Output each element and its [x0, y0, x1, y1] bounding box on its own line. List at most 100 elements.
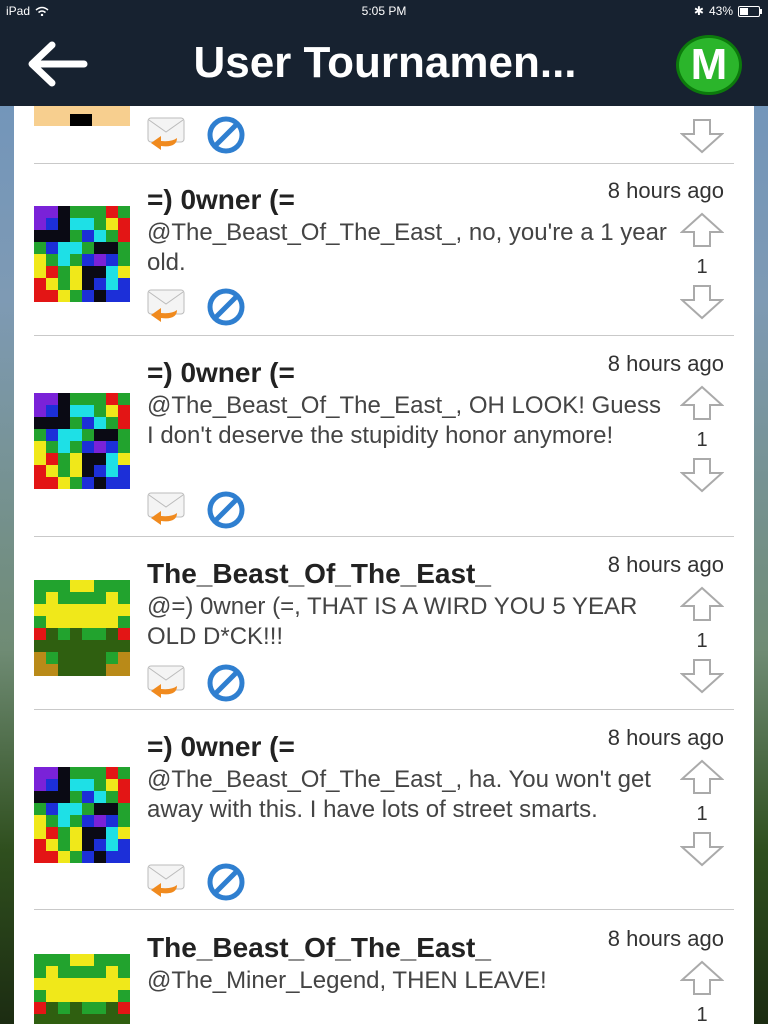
- avatar-pixel: [94, 206, 106, 218]
- reply-icon[interactable]: [147, 664, 185, 700]
- avatar-pixel: [34, 616, 46, 628]
- avatar-pixel: [106, 1002, 118, 1014]
- back-button[interactable]: [26, 40, 88, 88]
- comment-username[interactable]: The_Beast_Of_The_East_: [147, 558, 491, 590]
- avatar-pixel: [70, 628, 82, 640]
- status-bar: iPad 5:05 PM ✱ 43%: [0, 0, 768, 22]
- avatar-pixel: [106, 1014, 118, 1024]
- downvote-button[interactable]: [679, 658, 725, 694]
- avatar-pixel: [106, 290, 118, 302]
- avatar-pixel: [70, 1014, 82, 1024]
- avatar-pixel: [106, 767, 118, 779]
- avatar-pixel: [70, 954, 82, 966]
- avatar-pixel: [58, 465, 70, 477]
- avatar-pixel: [34, 652, 46, 664]
- avatar-pixel: [58, 954, 70, 966]
- avatar-pixel: [58, 592, 70, 604]
- block-icon[interactable]: [207, 491, 245, 529]
- avatar-pixel: [70, 453, 82, 465]
- avatar-pixel: [58, 815, 70, 827]
- avatar-pixel: [46, 604, 58, 616]
- comment-item-partial: [34, 106, 734, 164]
- avatar-pixel: [94, 640, 106, 652]
- avatar-pixel: [34, 1014, 46, 1024]
- comment-username[interactable]: =) 0wner (=: [147, 184, 295, 216]
- reply-icon[interactable]: [147, 863, 185, 899]
- upvote-button[interactable]: [679, 385, 725, 421]
- downvote-button[interactable]: [679, 118, 725, 154]
- downvote-button[interactable]: [679, 284, 725, 320]
- avatar-pixel: [118, 592, 130, 604]
- avatar-pixel: [70, 839, 82, 851]
- avatar-pixel: [94, 604, 106, 616]
- upvote-button[interactable]: [679, 212, 725, 248]
- avatar-pixel: [34, 206, 46, 218]
- avatar: [34, 580, 130, 676]
- block-icon[interactable]: [207, 664, 245, 702]
- comment-item: =) 0wner (= 8 hours ago @The_Beast_Of_Th…: [34, 178, 734, 326]
- avatar-pixel: [58, 652, 70, 664]
- avatar-pixel: [46, 290, 58, 302]
- avatar: [34, 206, 130, 302]
- avatar-pixel: [82, 839, 94, 851]
- block-icon[interactable]: [207, 288, 245, 326]
- avatar-pixel: [118, 604, 130, 616]
- avatar-pixel: [46, 465, 58, 477]
- avatar-pixel: [70, 441, 82, 453]
- avatar-pixel: [94, 592, 106, 604]
- upvote-button[interactable]: [679, 759, 725, 795]
- avatar-pixel: [82, 978, 94, 990]
- avatar-pixel: [118, 230, 130, 242]
- reply-icon[interactable]: [147, 116, 185, 152]
- avatar-pixel: [70, 791, 82, 803]
- avatar-pixel: [34, 815, 46, 827]
- avatar-pixel: [70, 393, 82, 405]
- avatar-pixel: [46, 640, 58, 652]
- avatar-pixel: [94, 803, 106, 815]
- avatar-pixel: [70, 405, 82, 417]
- block-icon[interactable]: [207, 863, 245, 901]
- block-icon[interactable]: [207, 116, 245, 154]
- downvote-button[interactable]: [679, 457, 725, 493]
- status-right: ✱ 43%: [694, 4, 762, 18]
- avatar-pixel: [118, 815, 130, 827]
- menu-badge-button[interactable]: M: [676, 35, 742, 95]
- avatar-pixel: [82, 290, 94, 302]
- avatar-pixel: [34, 604, 46, 616]
- avatar-pixel: [94, 393, 106, 405]
- avatar-pixel: [94, 1002, 106, 1014]
- avatar-pixel: [58, 990, 70, 1002]
- avatar-pixel: [34, 966, 46, 978]
- downvote-button[interactable]: [679, 831, 725, 867]
- status-time: 5:05 PM: [361, 4, 407, 18]
- avatar-pixel: [106, 206, 118, 218]
- avatar-pixel: [118, 254, 130, 266]
- avatar-pixel: [58, 966, 70, 978]
- avatar-pixel: [118, 664, 130, 676]
- avatar-pixel: [34, 767, 46, 779]
- avatar-pixel: [106, 230, 118, 242]
- comment-text: @The_Miner_Legend, THEN LEAVE!: [147, 967, 547, 994]
- avatar-pixel: [46, 242, 58, 254]
- avatar-pixel: [94, 1014, 106, 1024]
- avatar-pixel: [58, 230, 70, 242]
- avatar-pixel: [106, 827, 118, 839]
- avatar-pixel: [34, 441, 46, 453]
- avatar-pixel: [70, 803, 82, 815]
- avatar-pixel: [118, 779, 130, 791]
- comment-username[interactable]: The_Beast_Of_The_East_: [147, 932, 491, 964]
- comment-username[interactable]: =) 0wner (=: [147, 731, 295, 763]
- comment-item: The_Beast_Of_The_East_ 8 hours ago @=) 0…: [34, 552, 734, 702]
- avatar-pixel: [106, 628, 118, 640]
- avatar-pixel: [118, 417, 130, 429]
- reply-icon[interactable]: [147, 491, 185, 527]
- reply-icon[interactable]: [147, 288, 185, 324]
- upvote-button[interactable]: [679, 586, 725, 622]
- comment-item: =) 0wner (= 8 hours ago @The_Beast_Of_Th…: [34, 725, 734, 905]
- avatar-pixel: [82, 616, 94, 628]
- avatar-pixel: [118, 393, 130, 405]
- upvote-button[interactable]: [679, 960, 725, 996]
- comment-list[interactable]: =) 0wner (= 8 hours ago @The_Beast_Of_Th…: [14, 106, 754, 1024]
- avatar-pixel: [70, 580, 82, 592]
- comment-username[interactable]: =) 0wner (=: [147, 357, 295, 389]
